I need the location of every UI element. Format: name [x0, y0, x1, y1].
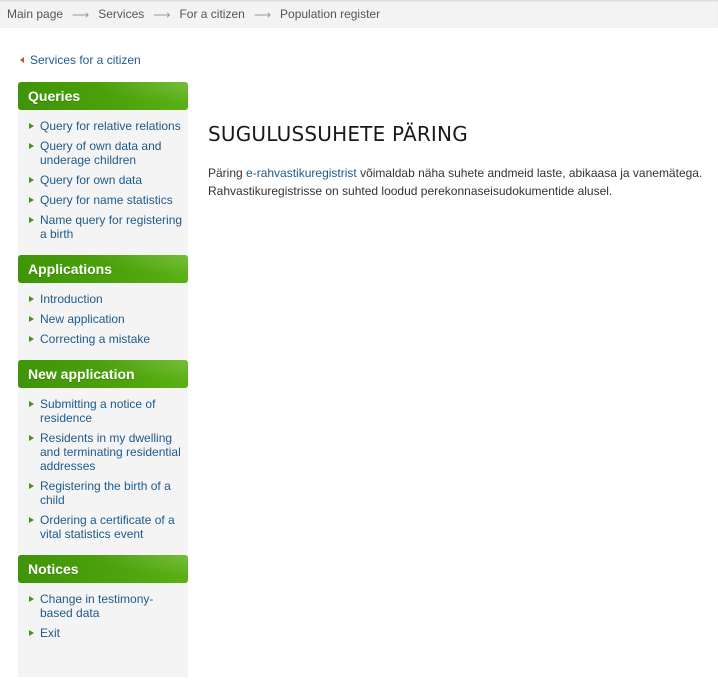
- e-population-register-link[interactable]: e-rahvastikuregistrist: [246, 166, 357, 180]
- sidebar-item-exit[interactable]: Exit: [18, 626, 188, 640]
- section-heading: Queries: [18, 82, 188, 110]
- page-title: SUGULUSSUHETE PÄRING: [208, 122, 468, 146]
- sidebar-item-label: Query of own data and underage children: [40, 139, 162, 167]
- bullet-arrow-icon: [29, 197, 34, 203]
- sidebar-item-name-query-birth[interactable]: Name query for registering a birth: [18, 213, 188, 241]
- sidebar-item-query-own-data-children[interactable]: Query of own data and underage children: [18, 139, 188, 167]
- sidebar-item-correcting-mistake[interactable]: Correcting a mistake: [18, 332, 188, 346]
- sidebar-item-registering-birth[interactable]: Registering the birth of a child: [18, 479, 188, 507]
- sidebar-item-label: Ordering a certificate of a vital statis…: [40, 513, 175, 541]
- caret-left-icon: [20, 57, 24, 63]
- bullet-arrow-icon: [29, 143, 34, 149]
- bullet-arrow-icon: [29, 596, 34, 602]
- sidebar-list: Change in testimony-based data Exit: [18, 583, 188, 640]
- sidebar-item-ordering-certificate[interactable]: Ordering a certificate of a vital statis…: [18, 513, 188, 541]
- sidebar-section-new-application: New application Submitting a notice of r…: [18, 360, 188, 541]
- sidebar-item-label: Name query for registering a birth: [40, 213, 183, 241]
- bullet-arrow-icon: [29, 517, 34, 523]
- breadcrumb-arrow-icon: ⟶: [72, 8, 90, 22]
- sidebar-item-query-name-statistics[interactable]: Query for name statistics: [18, 193, 188, 207]
- sidebar-item-label: Query for relative relations: [40, 119, 181, 133]
- sidebar-item-label: Residents in my dwelling and terminating…: [40, 431, 181, 473]
- breadcrumb: Main page ⟶ Services ⟶ For a citizen ⟶ P…: [0, 0, 718, 28]
- section-heading: Applications: [18, 255, 188, 283]
- bullet-arrow-icon: [29, 336, 34, 342]
- breadcrumb-services[interactable]: Services: [98, 7, 144, 21]
- back-link-services-for-citizen[interactable]: Services for a citizen: [20, 53, 141, 67]
- sidebar-item-introduction[interactable]: Introduction: [18, 292, 188, 306]
- sidebar-item-label: Change in testimony-based data: [40, 592, 154, 620]
- sidebar-item-query-relative-relations[interactable]: Query for relative relations: [18, 119, 188, 133]
- sidebar-item-label: Query for name statistics: [40, 193, 173, 207]
- bullet-arrow-icon: [29, 435, 34, 441]
- sidebar-list: Query for relative relations Query of ow…: [18, 110, 188, 241]
- sidebar-item-new-application[interactable]: New application: [18, 312, 188, 326]
- bullet-arrow-icon: [29, 483, 34, 489]
- sidebar-item-label: New application: [40, 312, 125, 326]
- sidebar-list: Submitting a notice of residence Residen…: [18, 388, 188, 541]
- sidebar-item-label: Submitting a notice of residence: [40, 397, 156, 425]
- section-heading: Notices: [18, 555, 188, 583]
- sidebar-item-label: Correcting a mistake: [40, 332, 151, 346]
- sidebar-item-label: Introduction: [40, 292, 103, 306]
- sidebar-section-queries: Queries Query for relative relations Que…: [18, 82, 188, 241]
- breadcrumb-for-a-citizen[interactable]: For a citizen: [179, 7, 244, 21]
- main-content: SUGULUSSUHETE PÄRING Päring e-rahvastiku…: [208, 120, 713, 200]
- bullet-arrow-icon: [29, 296, 34, 302]
- bullet-arrow-icon: [29, 177, 34, 183]
- sidebar-item-label: Registering the birth of a child: [40, 479, 171, 507]
- sidebar-section-applications: Applications Introduction New applicatio…: [18, 255, 188, 346]
- sidebar-item-residents-in-dwelling[interactable]: Residents in my dwelling and terminating…: [18, 431, 188, 473]
- sidebar-list: Introduction New application Correcting …: [18, 283, 188, 346]
- breadcrumb-population-register: Population register: [280, 7, 381, 21]
- intro-paragraph: Päring e-rahvastikuregistrist võimaldab …: [208, 164, 713, 200]
- sidebar: Queries Query for relative relations Que…: [18, 82, 188, 677]
- back-link-label: Services for a citizen: [30, 53, 141, 67]
- intro-text-before: Päring: [208, 166, 247, 180]
- sidebar-section-notices: Notices Change in testimony-based data E…: [18, 555, 188, 640]
- breadcrumb-arrow-icon: ⟶: [253, 8, 272, 22]
- sidebar-item-change-testimony-data[interactable]: Change in testimony-based data: [18, 592, 188, 620]
- bullet-arrow-icon: [29, 630, 34, 636]
- sidebar-item-query-own-data[interactable]: Query for own data: [18, 173, 188, 187]
- bullet-arrow-icon: [29, 401, 34, 407]
- sidebar-item-label: Exit: [40, 626, 61, 640]
- breadcrumb-main-page[interactable]: Main page: [7, 7, 63, 21]
- breadcrumb-arrow-icon: ⟶: [153, 8, 171, 22]
- bullet-arrow-icon: [29, 217, 34, 223]
- section-heading: New application: [18, 360, 188, 388]
- bullet-arrow-icon: [29, 123, 34, 129]
- bullet-arrow-icon: [29, 316, 34, 322]
- sidebar-item-label: Query for own data: [40, 173, 143, 187]
- sidebar-item-notice-of-residence[interactable]: Submitting a notice of residence: [18, 397, 188, 425]
